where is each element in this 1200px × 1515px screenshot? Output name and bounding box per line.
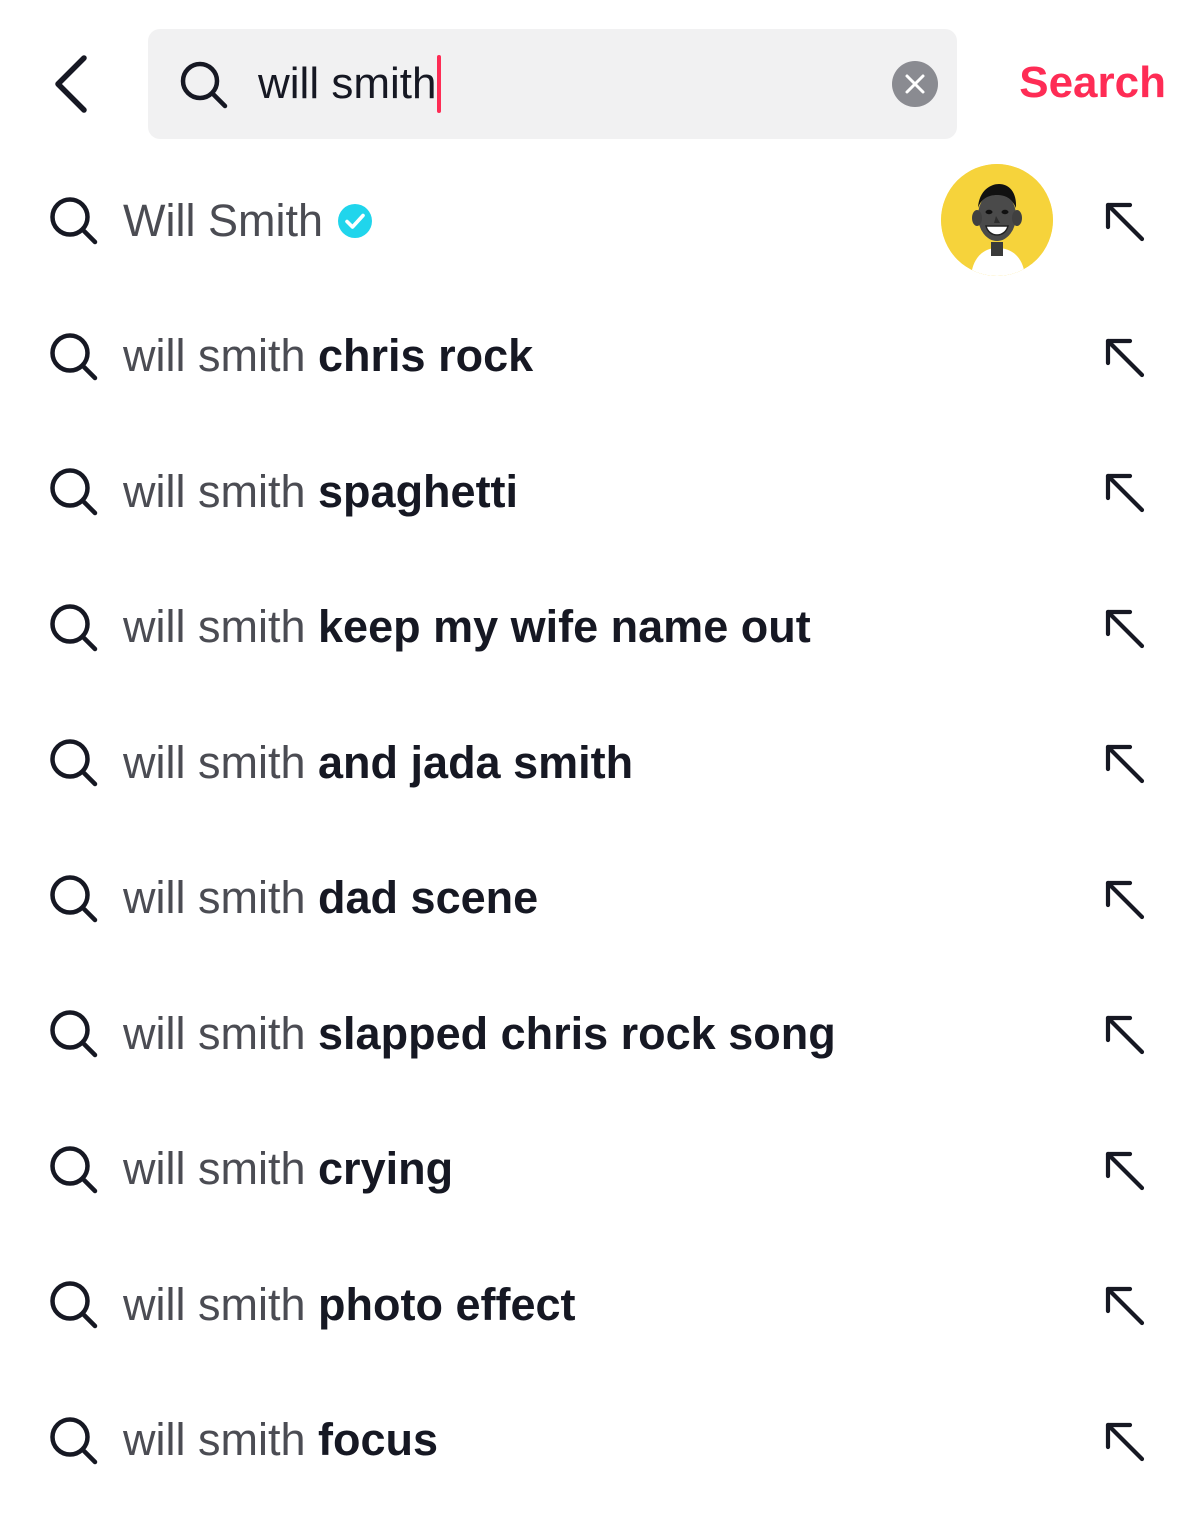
suggestion-prefix: will smith (123, 1414, 306, 1465)
avatar[interactable] (941, 164, 1053, 276)
suggestion-suffix: photo effect (318, 1278, 576, 1330)
search-icon (180, 61, 228, 109)
search-query-text: will smith (258, 59, 437, 108)
suggestion-list: Will Smith will smith chris rock will sm… (0, 153, 1200, 1508)
search-icon (50, 197, 98, 245)
suggestion-suffix: slapped chris rock song (318, 1007, 836, 1059)
suggestion-item[interactable]: will smith keep my wife name out (0, 560, 1200, 696)
user-suggestion-label: Will Smith (123, 153, 373, 288)
suggestion-label: will smith spaghetti (123, 424, 518, 559)
suggestion-suffix: and jada smith (318, 736, 634, 788)
verified-badge-icon (337, 203, 373, 239)
clear-x-icon (905, 74, 925, 94)
suggestion-suffix: spaghetti (318, 465, 519, 517)
search-bar[interactable]: will smith (148, 29, 957, 139)
arrow-up-left-icon[interactable] (1098, 195, 1150, 247)
text-cursor (437, 55, 442, 113)
arrow-up-left-icon[interactable] (1098, 1415, 1150, 1467)
arrow-up-left-icon[interactable] (1098, 331, 1150, 383)
search-icon (50, 874, 98, 922)
suggestion-suffix: chris rock (318, 330, 534, 381)
suggestion-item[interactable]: will smith photo effect (0, 1237, 1200, 1373)
search-icon (50, 1416, 98, 1464)
suggestion-item[interactable]: will smith slapped chris rock song (0, 966, 1200, 1102)
suggestion-prefix: will smith (123, 1007, 306, 1059)
suggestion-prefix: will smith (123, 330, 306, 381)
suggestion-suffix: keep my wife name out (318, 601, 811, 652)
suggestion-item[interactable]: will smith chris rock (0, 289, 1200, 425)
search-icon (50, 603, 98, 651)
suggestion-label: will smith slapped chris rock song (123, 966, 836, 1101)
suggestion-suffix: focus (318, 1414, 439, 1465)
chevron-left-icon (55, 55, 87, 113)
arrow-up-left-icon[interactable] (1098, 873, 1150, 925)
suggestion-item[interactable]: will smith focus (0, 1373, 1200, 1509)
arrow-up-left-icon[interactable] (1098, 1144, 1150, 1196)
suggestion-item[interactable]: will smith spaghetti (0, 424, 1200, 560)
search-input[interactable]: will smith (258, 49, 878, 119)
suggestion-item[interactable]: will smith crying (0, 1102, 1200, 1238)
suggestion-prefix: will smith (123, 1278, 306, 1330)
back-button[interactable] (40, 48, 104, 120)
suggestion-suffix: dad scene (318, 872, 539, 923)
search-icon (50, 468, 98, 516)
suggestion-prefix: will smith (123, 465, 306, 517)
suggestion-prefix: will smith (123, 601, 306, 652)
search-icon (50, 332, 98, 380)
suggestion-prefix: will smith (123, 872, 306, 923)
suggestion-label: will smith crying (123, 1102, 453, 1237)
search-icon (50, 1281, 98, 1329)
search-header: will smith Search (0, 0, 1200, 160)
arrow-up-left-icon[interactable] (1098, 466, 1150, 518)
suggestion-label: will smith and jada smith (123, 695, 633, 830)
clear-search-button[interactable] (892, 61, 938, 107)
suggestion-label: will smith photo effect (123, 1237, 576, 1372)
arrow-up-left-icon[interactable] (1098, 602, 1150, 654)
user-name: Will Smith (123, 194, 323, 246)
suggestion-item[interactable]: will smith dad scene (0, 831, 1200, 967)
arrow-up-left-icon[interactable] (1098, 1279, 1150, 1331)
suggestion-label: will smith keep my wife name out (123, 560, 811, 695)
suggestion-prefix: will smith (123, 1143, 306, 1194)
suggestion-label: will smith dad scene (123, 831, 538, 966)
search-icon (50, 1010, 98, 1058)
suggestion-item[interactable]: will smith and jada smith (0, 695, 1200, 831)
suggestion-prefix: will smith (123, 736, 306, 788)
suggestion-label: will smith focus (123, 1373, 438, 1508)
user-suggestion[interactable]: Will Smith (0, 153, 1200, 289)
suggestion-suffix: crying (318, 1143, 454, 1194)
search-button[interactable]: Search (986, 50, 1166, 116)
search-icon (50, 739, 98, 787)
search-icon (50, 1145, 98, 1193)
suggestion-label: will smith chris rock (123, 289, 533, 424)
arrow-up-left-icon[interactable] (1098, 737, 1150, 789)
arrow-up-left-icon[interactable] (1098, 1008, 1150, 1060)
